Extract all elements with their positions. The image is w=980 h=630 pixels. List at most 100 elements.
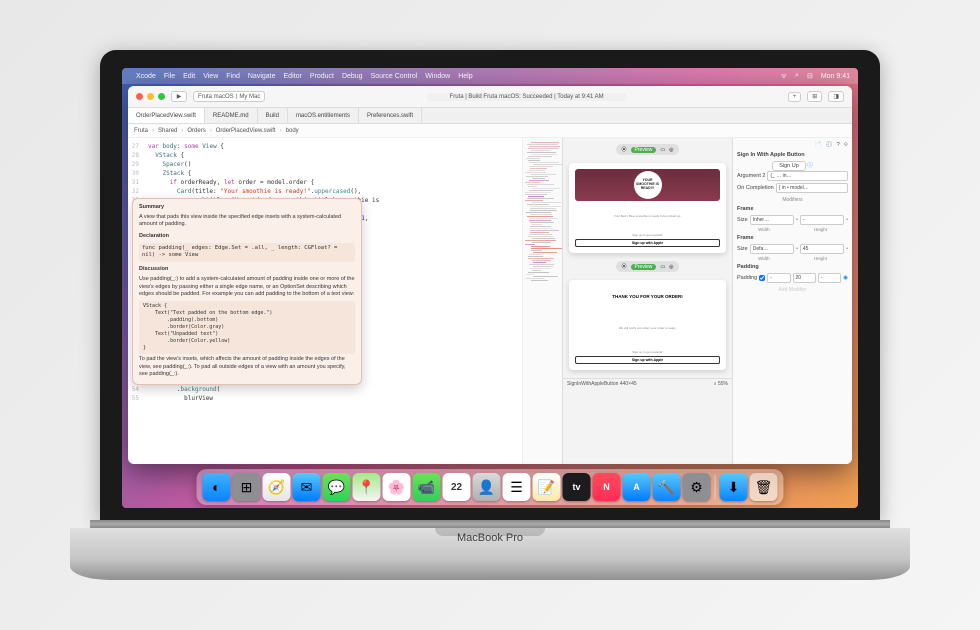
macbook-base: MacBook Pro (70, 528, 910, 580)
tab-preferences-swift[interactable]: Preferences.swift (359, 108, 422, 123)
dock-appstore[interactable]: A (623, 473, 651, 501)
minimize-button[interactable] (147, 93, 154, 100)
menubar: Xcode File Edit View Find Navigate Editor Prod… (122, 68, 858, 84)
breadcrumb-item[interactable]: Fruta (134, 128, 148, 134)
preview-device-icon[interactable]: ▭ (660, 264, 665, 270)
on-completion-field[interactable]: { in • model… (776, 183, 848, 193)
titlebar: ▶ Fruta macOS ⟩ My Mac Fruta | Build Fru… (128, 86, 852, 108)
popover-more: To pad the view's insets, which affects … (139, 356, 355, 379)
pin-icon[interactable]: ⦿ (622, 263, 627, 270)
dock: ◐⊞🧭✉💬📍🌸📹22👤☰📝tvNA🔨⚙ ⬇🗑 (197, 469, 784, 505)
menubar-wifi-icon[interactable]: ᯤ (781, 72, 787, 81)
breadcrumb-item[interactable]: Shared (158, 128, 177, 134)
preview-settings-icon[interactable]: ◎ (669, 147, 673, 153)
tab-macos-entitlements[interactable]: macOS.entitlements (288, 108, 359, 123)
jump-bar[interactable]: Fruta›Shared›Orders›OrderPlacedView.swif… (128, 124, 852, 138)
dock-contacts[interactable]: 👤 (473, 473, 501, 501)
dock-trash[interactable]: 🗑 (750, 473, 778, 501)
popover-example: VStack { Text("Text padded on the bottom… (139, 301, 355, 354)
dock-safari[interactable]: 🧭 (263, 473, 291, 501)
signup-button[interactable]: Sign Up (772, 161, 806, 171)
canvas-status-bar: SignInWithAppleButton 440×45 ⌕ 55% (563, 378, 732, 389)
sign-in-apple-button[interactable]: Sign up with Apple (575, 239, 720, 247)
menu-window[interactable]: Window (425, 73, 450, 80)
menu-navigate[interactable]: Navigate (248, 73, 276, 80)
menu-help[interactable]: Help (458, 73, 472, 80)
menu-product[interactable]: Product (310, 73, 334, 80)
dock-finder[interactable]: ◐ (203, 473, 231, 501)
preview-settings-icon[interactable]: ◎ (669, 264, 673, 270)
menu-edit[interactable]: Edit (183, 73, 195, 80)
pin-icon[interactable]: ⦿ (622, 146, 627, 153)
dock-photos[interactable]: 🌸 (383, 473, 411, 501)
breadcrumb-item[interactable]: body (286, 128, 299, 134)
argument-2-field[interactable]: (_ … in… (767, 171, 848, 181)
dock-tv[interactable]: tv (563, 473, 591, 501)
inspector-title: Sign In With Apple Button (737, 152, 848, 158)
menu-file[interactable]: File (164, 73, 175, 80)
menu-editor[interactable]: Editor (284, 73, 302, 80)
attributes-inspector: 📄 🕘 ? ⟐ Sign In With Apple Button Sign U… (732, 138, 852, 464)
tab-orderplacedview-swift[interactable]: OrderPlacedView.swift (128, 108, 205, 123)
code-editor[interactable]: 2728293031323334353637383940414243444546… (128, 138, 522, 464)
menubar-control-center-icon[interactable]: ⊟ (807, 72, 813, 80)
breadcrumb-item[interactable]: Orders (187, 128, 205, 134)
dock-maps[interactable]: 📍 (353, 473, 381, 501)
help-inspector-icon[interactable]: ? (837, 142, 840, 149)
dock-reminders[interactable]: ☰ (503, 473, 531, 501)
editor-layout-button[interactable]: ⊞ (807, 91, 822, 102)
preview-label[interactable]: Preview (631, 264, 657, 270)
menubar-search-icon[interactable]: ⌕ (795, 72, 799, 80)
inspectors-toggle[interactable]: ◨ (828, 91, 844, 102)
menu-view[interactable]: View (203, 73, 218, 80)
preview-device-2[interactable]: THANK YOU FOR YOUR ORDER! We will notify… (569, 280, 726, 370)
menu-debug[interactable]: Debug (342, 73, 363, 80)
dock-preferences[interactable]: ⚙ (683, 473, 711, 501)
close-button[interactable] (136, 93, 143, 100)
dock-mail[interactable]: ✉ (293, 473, 321, 501)
scheme-selector[interactable]: Fruta macOS ⟩ My Mac (193, 91, 265, 102)
sign-in-apple-button[interactable]: Sign up with Apple (575, 356, 720, 364)
popover-summary-heading: Summary (139, 204, 355, 212)
padding-value[interactable]: 20 (793, 273, 816, 283)
popover-discussion-heading: Discussion (139, 266, 355, 274)
tab-build[interactable]: Build (258, 108, 288, 123)
menu-app[interactable]: Xcode (136, 73, 156, 80)
height-field[interactable]: 45 (800, 244, 844, 254)
preview-controls[interactable]: ⦿ Preview ▭ ◎ (616, 144, 680, 155)
popover-declaration-heading: Declaration (139, 233, 355, 241)
run-button[interactable]: ▶ (171, 91, 187, 102)
padding-link-icon[interactable]: ◉ (843, 275, 848, 281)
preview-canvas: ⦿ Preview ▭ ◎ YOUR SMOOTHIE IS READY! Yo… (562, 138, 732, 464)
add-modifier[interactable]: Add Modifier (737, 287, 848, 293)
dock-notes[interactable]: 📝 (533, 473, 561, 501)
tab-readme-md[interactable]: README.md (205, 108, 258, 123)
dock-xcode[interactable]: 🔨 (653, 473, 681, 501)
attributes-inspector-icon[interactable]: ⟐ (844, 142, 848, 149)
dock-calendar[interactable]: 22 (443, 473, 471, 501)
tab-bar: OrderPlacedView.swiftREADME.mdBuildmacOS… (128, 108, 852, 124)
preview-device-1[interactable]: YOUR SMOOTHIE IS READY! Your Berry Blue … (569, 163, 726, 253)
preview-label[interactable]: Preview (631, 147, 657, 153)
quick-help-popover: Summary A view that pads this view insid… (132, 198, 362, 385)
file-inspector-icon[interactable]: 📄 (815, 142, 822, 149)
menu-source control[interactable]: Source Control (371, 73, 418, 80)
popover-summary: A view that pads this view inside the sp… (139, 214, 355, 229)
info-icon[interactable]: ⓘ (807, 163, 813, 169)
padding-checkbox[interactable] (759, 275, 765, 281)
menu-find[interactable]: Find (226, 73, 240, 80)
breadcrumb-item[interactable]: OrderPlacedView.swift (216, 128, 276, 134)
history-inspector-icon[interactable]: 🕘 (826, 142, 833, 149)
preview-device-icon[interactable]: ▭ (660, 147, 665, 153)
dock-launchpad[interactable]: ⊞ (233, 473, 261, 501)
dock-news[interactable]: N (593, 473, 621, 501)
dock-downloads[interactable]: ⬇ (720, 473, 748, 501)
zoom-level[interactable]: 55% (718, 381, 728, 387)
minimap[interactable] (522, 138, 562, 464)
library-button[interactable]: + (788, 92, 802, 102)
menubar-clock[interactable]: Mon 9:41 (821, 73, 850, 80)
dock-messages[interactable]: 💬 (323, 473, 351, 501)
zoom-button[interactable] (158, 93, 165, 100)
preview-controls-2[interactable]: ⦿ Preview ▭ ◎ (616, 261, 680, 272)
dock-facetime[interactable]: 📹 (413, 473, 441, 501)
